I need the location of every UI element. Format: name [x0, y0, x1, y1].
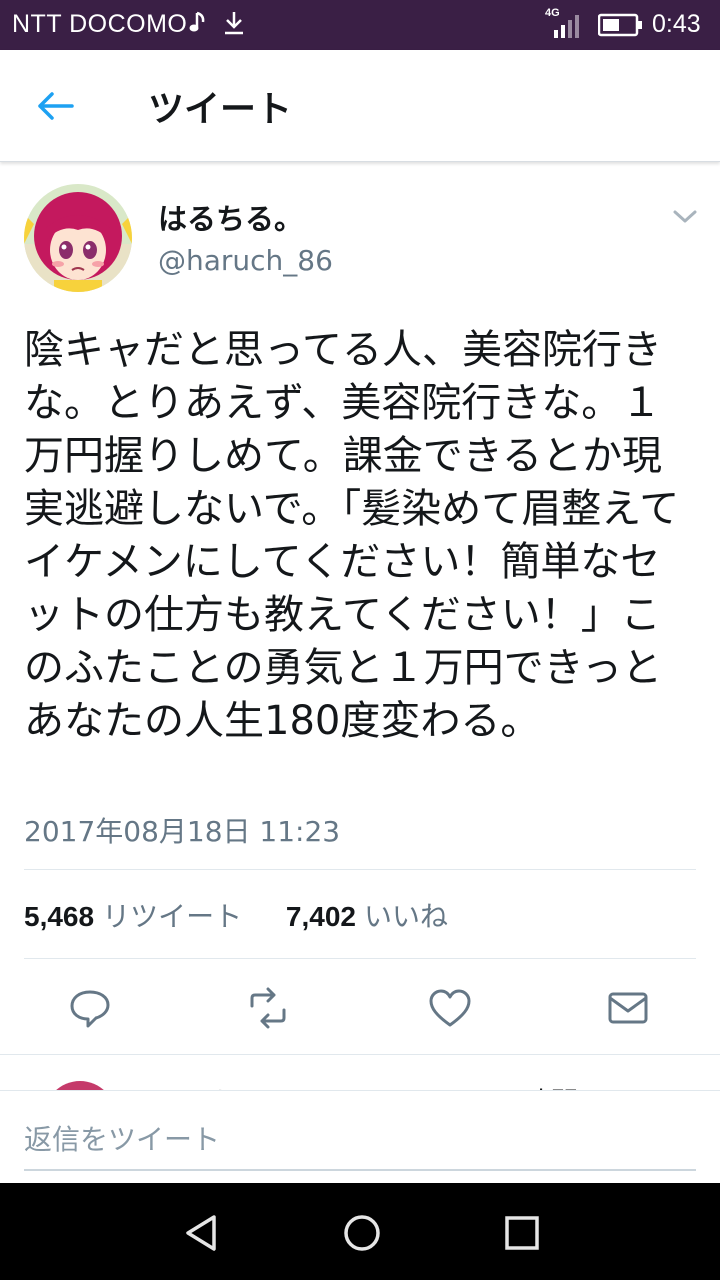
- next-tweet-preview[interactable]: はるちる。 @haruch_86 · 2時間: [0, 1055, 720, 1090]
- avatar: [44, 1081, 116, 1090]
- carrier-name: NTT DOCOMO: [12, 10, 188, 38]
- tweet-timestamp: 2017年08月18日 11:23: [24, 815, 341, 848]
- retweet-stat[interactable]: 5,468 リツイート: [24, 900, 251, 933]
- retweet-count: 5,468: [24, 901, 95, 932]
- retweet-icon[interactable]: [244, 986, 292, 1030]
- user-handle[interactable]: @haruch_86: [158, 244, 333, 277]
- divider: [24, 869, 696, 870]
- signal-icon: [554, 15, 579, 38]
- divider: [24, 958, 696, 959]
- app-bar: ツイート: [0, 50, 720, 162]
- navigation-bar: [0, 1183, 720, 1280]
- battery-icon: [598, 13, 642, 37]
- like-icon[interactable]: [426, 986, 474, 1030]
- clock: 0:43: [652, 10, 701, 38]
- back-triangle-icon[interactable]: [180, 1211, 224, 1255]
- next-tweet-header: はるちる。 @haruch_86 · 2時間: [154, 1081, 578, 1090]
- like-label: いいね: [363, 900, 448, 933]
- page-title: ツイート: [148, 89, 293, 130]
- home-circle-icon[interactable]: [340, 1211, 384, 1255]
- chevron-down-icon[interactable]: [670, 204, 700, 228]
- reply-input[interactable]: [24, 1109, 696, 1171]
- reply-icon[interactable]: [66, 986, 114, 1030]
- reply-bar: [0, 1090, 720, 1183]
- tweet-text: 陰キャだと思ってる人、美容院行きな。とりあえず、美容院行きな。１万円握りしめて。…: [24, 327, 680, 744]
- avatar[interactable]: [24, 184, 132, 292]
- status-bar: NTT DOCOMO 4G 0:43: [0, 0, 720, 50]
- tweet-stats: 5,468 リツイート 7,402 いいね: [24, 895, 448, 935]
- like-count: 7,402: [285, 901, 356, 932]
- direct-message-icon[interactable]: [604, 986, 652, 1030]
- display-name[interactable]: はるちる。: [158, 196, 303, 238]
- download-icon: [225, 12, 243, 35]
- music-note-icon: [189, 11, 205, 32]
- back-arrow-icon[interactable]: [28, 84, 84, 128]
- retweet-label: リツイート: [102, 900, 243, 933]
- recents-square-icon[interactable]: [500, 1211, 544, 1255]
- like-stat[interactable]: 7,402 いいね: [277, 900, 448, 933]
